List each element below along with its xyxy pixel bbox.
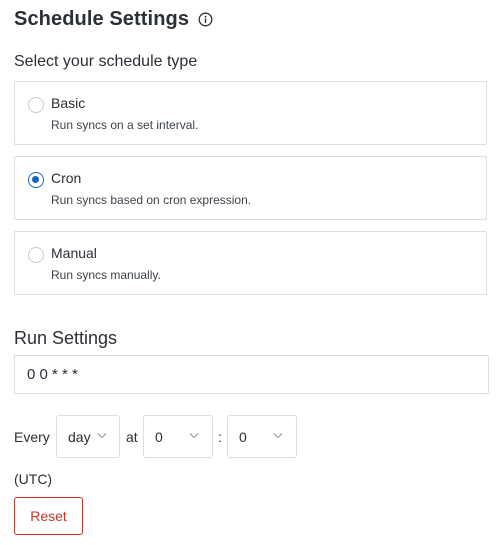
reset-button[interactable]: Reset — [14, 497, 83, 535]
radio-manual[interactable] — [28, 247, 44, 263]
option-manual-label: Manual — [51, 245, 97, 261]
chevron-down-icon — [97, 433, 107, 439]
option-cron-label: Cron — [51, 170, 82, 186]
schedule-type-label: Select your schedule type — [14, 53, 198, 70]
frequency-select[interactable]: day — [56, 415, 120, 458]
radio-basic[interactable] — [28, 97, 44, 113]
chevron-down-icon — [189, 433, 199, 439]
at-label: at — [126, 429, 138, 445]
option-basic-label: Basic — [51, 95, 86, 111]
info-icon[interactable] — [198, 12, 213, 27]
run-settings-title: Run Settings — [14, 328, 118, 348]
minute-value: 0 — [239, 429, 247, 445]
chevron-down-icon — [273, 433, 283, 439]
option-basic-description: Run syncs on a set interval. — [51, 118, 199, 132]
page-header: Schedule Settings — [14, 6, 213, 32]
time-separator: : — [218, 429, 222, 445]
every-label: Every — [14, 429, 50, 445]
option-cron[interactable]: Cron Run syncs based on cron expression. — [14, 156, 487, 220]
minute-select[interactable]: 0 — [227, 415, 297, 458]
hour-value: 0 — [155, 429, 163, 445]
timezone-label: (UTC) — [14, 471, 53, 487]
frequency-value: day — [68, 429, 91, 445]
hour-select[interactable]: 0 — [143, 415, 213, 458]
radio-cron[interactable] — [28, 172, 44, 188]
cron-expression-input[interactable] — [14, 355, 489, 394]
page-title: Schedule Settings — [14, 7, 190, 30]
option-manual[interactable]: Manual Run syncs manually. — [14, 231, 487, 295]
option-basic[interactable]: Basic Run syncs on a set interval. — [14, 81, 487, 145]
option-manual-description: Run syncs manually. — [51, 268, 161, 282]
option-cron-description: Run syncs based on cron expression. — [51, 193, 252, 207]
